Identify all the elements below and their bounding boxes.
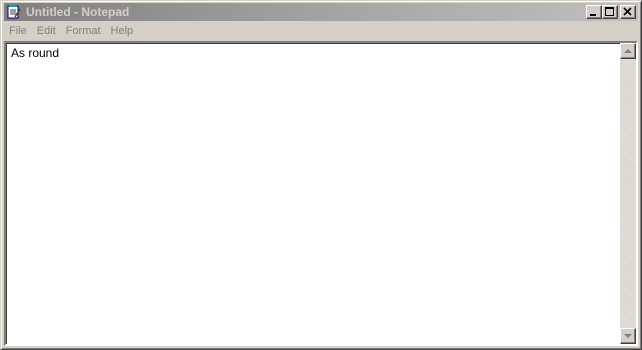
maximize-button[interactable] [602,5,618,19]
text-editor[interactable]: As round [4,41,638,346]
window-controls [586,5,636,19]
title-bar[interactable]: Untitled - Notepad [4,3,638,21]
maximize-icon [605,7,614,16]
menu-help[interactable]: Help [106,22,139,40]
menu-bar: File Edit Format Help [4,22,138,40]
close-button[interactable] [620,5,636,19]
notepad-window: Untitled - Notepad File Edit Format Help… [0,0,642,350]
minimize-button[interactable] [586,5,602,19]
window-title: Untitled - Notepad [26,5,130,19]
menu-edit[interactable]: Edit [32,22,61,40]
arrow-up-icon [624,49,632,53]
editor-text[interactable]: As round [11,46,59,60]
vertical-scrollbar[interactable] [620,43,636,344]
menu-format[interactable]: Format [61,22,106,40]
arrow-down-icon [624,334,632,338]
scroll-down-button[interactable] [620,328,636,344]
scroll-up-button[interactable] [620,43,636,59]
minimize-icon [590,14,596,16]
notepad-icon[interactable] [6,4,22,20]
close-icon [623,7,632,16]
menu-file[interactable]: File [4,22,32,40]
